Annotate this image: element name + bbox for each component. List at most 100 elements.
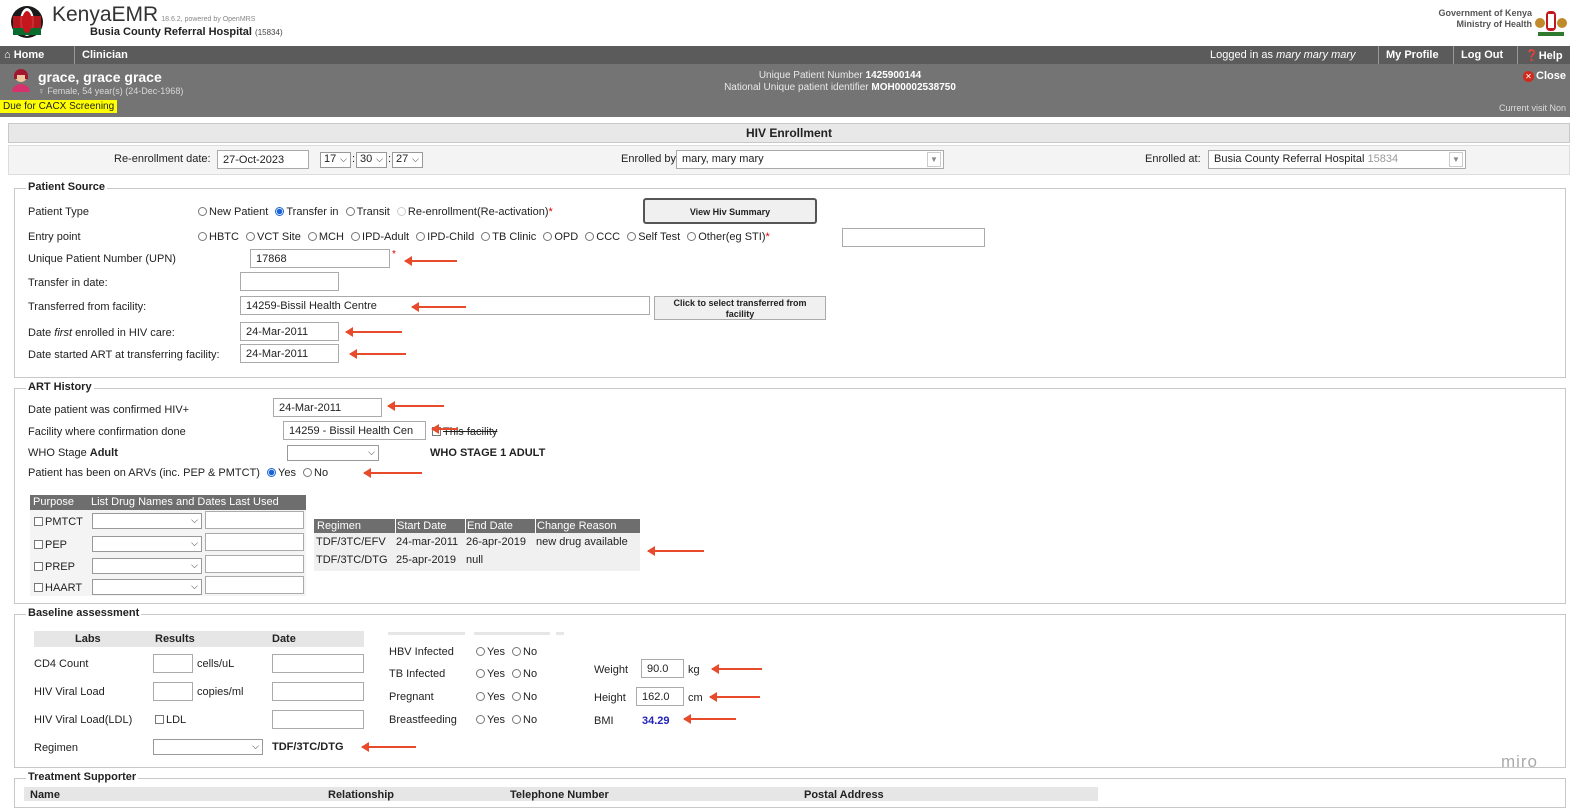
who-stage-label: WHO Stage Adult — [28, 447, 118, 459]
annotation-arrow-icon — [411, 302, 466, 312]
hour-select[interactable]: 17 ⌵ — [320, 152, 351, 168]
annotation-arrow-icon — [361, 742, 416, 752]
breastfeeding-label: Breastfeeding — [389, 714, 457, 726]
help-icon: ❓ — [1525, 50, 1539, 62]
radio-tb-clinic[interactable]: TB Clinic — [477, 231, 536, 243]
prep-drug-select[interactable]: ⌵ — [92, 558, 202, 574]
radio-hbtc[interactable]: HBTC — [194, 231, 239, 243]
pep-date-input[interactable] — [205, 533, 304, 551]
annotation-arrow-icon — [345, 327, 402, 337]
clinician-link[interactable]: Clinician — [82, 49, 128, 61]
radio-ipd-child[interactable]: IPD-Child — [412, 231, 474, 243]
radio-transit[interactable]: Transit — [342, 206, 390, 218]
government-label: Government of Kenya Ministry of Health — [1438, 8, 1532, 29]
pmtct-drug-select[interactable]: ⌵ — [92, 513, 202, 529]
nav-bar: ⌂ Home Clinician Logged in as mary mary … — [0, 46, 1570, 64]
viral-load-ldl-date-input[interactable] — [272, 710, 364, 729]
who-stage-select[interactable]: ⌵ — [287, 445, 379, 461]
purpose-haart[interactable]: HAART — [34, 582, 82, 594]
radio-hbv-no[interactable]: No — [508, 646, 537, 658]
radio-new-patient[interactable]: New Patient — [194, 206, 268, 218]
bmi-value: 34.29 — [642, 715, 670, 727]
cacx-screening-alert[interactable]: Due for CACX Screening — [0, 100, 118, 113]
coat-of-arms-icon — [1535, 11, 1567, 36]
art-start-input[interactable] — [240, 344, 339, 363]
radio-other[interactable]: Other(eg STI) — [683, 231, 766, 243]
radio-arvs-no[interactable]: No — [299, 467, 328, 479]
viral-load-date-input[interactable] — [272, 682, 364, 701]
enrolled-by-label: Enrolled by: — [621, 153, 680, 165]
chevron-down-icon: ▼ — [1449, 152, 1463, 167]
current-visit-label: Current visit Non — [1498, 103, 1566, 113]
home-link[interactable]: ⌂ Home — [4, 49, 44, 61]
prep-date-input[interactable] — [205, 555, 304, 573]
weight-input[interactable] — [641, 659, 684, 678]
patient-type-label: Patient Type — [28, 206, 89, 218]
breastfeeding-radios: Yes No — [472, 714, 537, 726]
haart-drug-select[interactable]: ⌵ — [92, 579, 202, 595]
pep-drug-select[interactable]: ⌵ — [92, 536, 202, 552]
purpose-pmtct[interactable]: PMTCT — [34, 516, 83, 528]
radio-pregnant-no[interactable]: No — [508, 691, 537, 703]
regimen-label: Regimen — [34, 742, 79, 754]
tb-radios: Yes No — [472, 668, 537, 680]
select-transfer-facility-button[interactable]: Click to select transferred from facility — [654, 296, 826, 320]
purpose-pep[interactable]: PEP — [34, 539, 67, 551]
annotation-arrow-icon — [683, 714, 736, 724]
radio-tb-yes[interactable]: Yes — [472, 668, 505, 680]
viral-load-input[interactable] — [153, 682, 193, 701]
radio-vct-site[interactable]: VCT Site — [242, 231, 301, 243]
transferred-from-label: Transferred from facility: — [28, 301, 147, 313]
regimen-table-header: Regimen Start Date End Date Change Reaso… — [314, 519, 640, 533]
who-stage-value: WHO STAGE 1 ADULT — [430, 447, 546, 459]
viral-load-ldl-label: HIV Viral Load(LDL) — [34, 714, 133, 726]
close-patient-button[interactable]: ✕ Close — [1523, 70, 1566, 82]
kenyaemr-logo-icon — [11, 6, 43, 38]
radio-tb-no[interactable]: No — [508, 668, 537, 680]
purpose-prep[interactable]: PREP — [34, 561, 75, 573]
radio-self-test[interactable]: Self Test — [623, 231, 680, 243]
chevron-down-icon: ⌵ — [412, 154, 419, 164]
pmtct-date-input[interactable] — [205, 511, 304, 529]
haart-date-input[interactable] — [205, 576, 304, 594]
first-enrolled-input[interactable] — [240, 322, 339, 341]
enrolled-by-select[interactable]: mary, mary mary ▼ — [676, 150, 944, 169]
logout-link[interactable]: Log Out — [1461, 49, 1503, 61]
radio-breastfeeding-no[interactable]: No — [508, 714, 537, 726]
radio-ccc[interactable]: CCC — [581, 231, 620, 243]
regimen-select[interactable]: ⌵ — [153, 739, 263, 755]
view-hiv-summary-button[interactable]: View Hiv Summary — [643, 198, 817, 224]
app-name: KenyaEMR 18.6.2, powered by OpenMRS — [52, 3, 256, 26]
other-entry-point-input[interactable] — [842, 228, 985, 247]
art-history-legend: ART History — [26, 381, 94, 393]
pregnant-radios: Yes No — [472, 691, 537, 703]
my-profile-link[interactable]: My Profile — [1386, 49, 1439, 61]
cd4-input[interactable] — [153, 654, 193, 673]
radio-opd[interactable]: OPD — [539, 231, 578, 243]
height-input[interactable] — [636, 687, 684, 706]
radio-breastfeeding-yes[interactable]: Yes — [472, 714, 505, 726]
ldl-checkbox[interactable]: LDL — [155, 714, 186, 726]
confirmation-facility-input[interactable] — [283, 421, 426, 440]
radio-reenrollment[interactable]: Re-enrollment(Re-activation) — [393, 206, 549, 218]
radio-pregnant-yes[interactable]: Yes — [472, 691, 505, 703]
cd4-date-input[interactable] — [272, 654, 364, 673]
hbv-label: HBV Infected — [389, 646, 454, 658]
baseline-legend: Baseline assessment — [26, 607, 142, 619]
radio-ipd-adult[interactable]: IPD-Adult — [347, 231, 409, 243]
reenrollment-date-input[interactable] — [217, 150, 309, 169]
radio-mch[interactable]: MCH — [304, 231, 344, 243]
upn-input[interactable] — [250, 249, 390, 268]
minute-select[interactable]: 30 ⌵ — [356, 152, 387, 168]
help-link[interactable]: ❓Help — [1525, 49, 1563, 62]
drug-table-header: Purpose List Drug Names and Dates Last U… — [30, 495, 306, 510]
transfer-in-date-input[interactable] — [240, 272, 339, 291]
enrolled-at-select[interactable]: Busia County Referral Hospital 15834 ▼ — [1208, 150, 1466, 169]
reenrollment-date-label: Re-enrollment date: — [114, 153, 211, 165]
radio-arvs-yes[interactable]: Yes — [263, 467, 296, 479]
second-select[interactable]: 27 ⌵ — [392, 152, 423, 168]
transfer-in-date-label: Transfer in date: — [28, 277, 108, 289]
confirmed-hiv-input[interactable] — [273, 398, 382, 417]
radio-transfer-in[interactable]: Transfer in — [271, 206, 339, 218]
radio-hbv-yes[interactable]: Yes — [472, 646, 505, 658]
